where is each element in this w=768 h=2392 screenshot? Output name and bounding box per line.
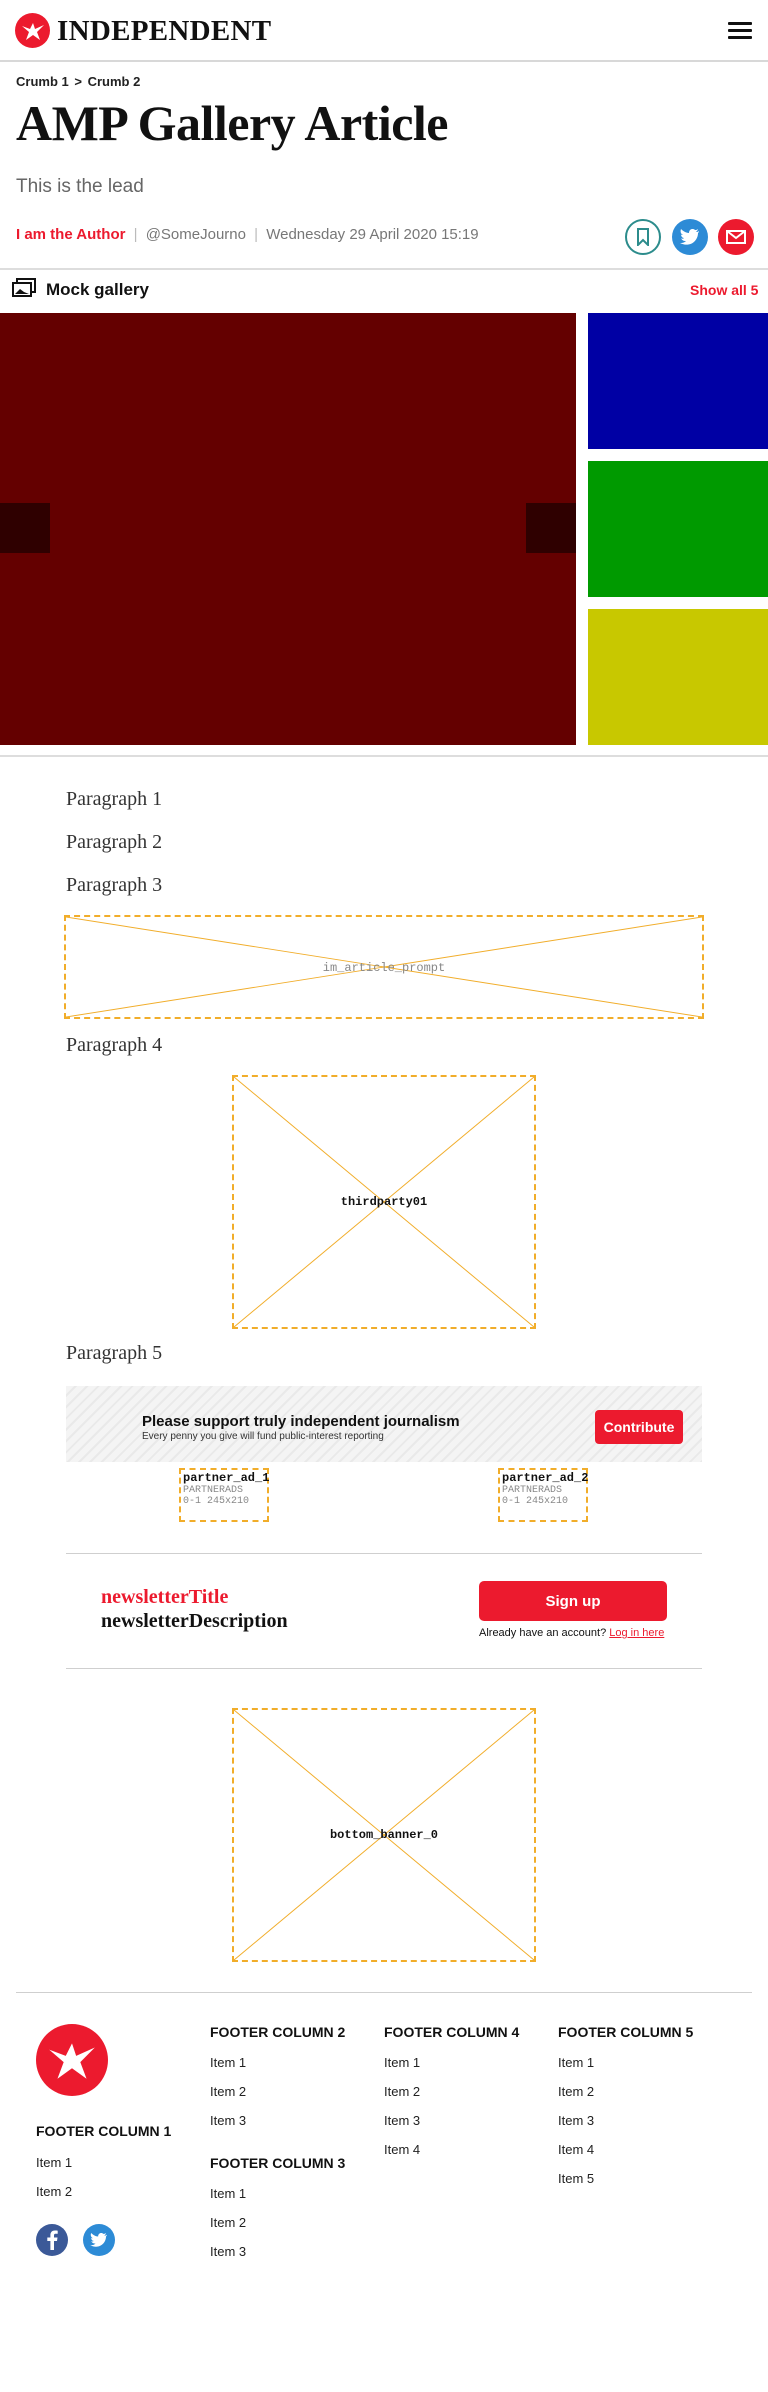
article-paragraph: Paragraph 1 xyxy=(66,788,163,810)
partner-ad-placeholder: partner_ad_2 PARTNERADS 0-1 245x210 xyxy=(498,1468,588,1522)
footer-link[interactable]: Item 1 xyxy=(210,2186,246,2201)
partner-ad-name: partner_ad_2 xyxy=(502,1471,589,1485)
gallery-thumbnail[interactable] xyxy=(588,609,768,745)
footer-link[interactable]: Item 2 xyxy=(210,2084,246,2099)
article-paragraph: Paragraph 4 xyxy=(66,1034,163,1056)
support-subtitle: Every penny you give will fund public-in… xyxy=(142,1431,384,1442)
footer-link[interactable]: Item 1 xyxy=(210,2055,246,2070)
byline: I am the Author | @SomeJourno | Wednesda… xyxy=(16,226,479,243)
brand-name[interactable]: INDEPENDENT xyxy=(57,15,271,48)
support-title: Please support truly independent journal… xyxy=(142,1413,460,1430)
newsletter-description: newsletterDescription xyxy=(101,1610,288,1632)
gallery-thumbnail[interactable] xyxy=(588,461,768,597)
footer-link[interactable]: Item 3 xyxy=(558,2113,594,2128)
breadcrumb: Crumb 1 > Crumb 2 xyxy=(16,74,142,89)
support-banner: Please support truly independent journal… xyxy=(66,1386,702,1462)
footer-link[interactable]: Item 5 xyxy=(558,2171,594,2186)
footer-link[interactable]: Item 4 xyxy=(384,2142,420,2157)
login-link[interactable]: Log in here xyxy=(609,1627,664,1639)
partner-ad-name: partner_ad_1 xyxy=(183,1471,270,1485)
divider xyxy=(0,268,768,270)
footer-column-title: FOOTER COLUMN 5 xyxy=(558,2024,694,2040)
article-paragraph: Paragraph 5 xyxy=(66,1342,163,1364)
twitter-share-icon[interactable] xyxy=(672,219,708,255)
thirdparty-ad-placeholder: thirdparty01 xyxy=(232,1075,536,1329)
show-all-link[interactable]: Show all 5 xyxy=(690,282,758,298)
partner-ad-placeholder: partner_ad_1 PARTNERADS 0-1 245x210 xyxy=(179,1468,269,1522)
partner-ad-type: PARTNERADS xyxy=(502,1485,563,1496)
signup-button[interactable]: Sign up xyxy=(479,1581,667,1621)
eagle-logo-icon[interactable] xyxy=(36,2024,108,2096)
article-paragraph: Paragraph 2 xyxy=(66,831,163,853)
divider xyxy=(0,755,768,757)
site-header: INDEPENDENT xyxy=(0,0,768,62)
bookmark-icon[interactable] xyxy=(625,219,661,255)
footer-link[interactable]: Item 1 xyxy=(384,2055,420,2070)
footer-link[interactable]: Item 3 xyxy=(210,2244,246,2259)
footer-column-title: FOOTER COLUMN 2 xyxy=(210,2024,346,2040)
eagle-logo-icon[interactable] xyxy=(15,13,50,48)
footer-column-title: FOOTER COLUMN 3 xyxy=(210,2155,346,2171)
footer-link[interactable]: Item 2 xyxy=(384,2084,420,2099)
publish-date: Wednesday 29 April 2020 15:19 xyxy=(266,226,479,243)
ad-label: im_article_prompt xyxy=(322,961,446,975)
partner-ad-type: PARTNERADS xyxy=(183,1485,244,1496)
byline-separator: | xyxy=(254,226,259,243)
footer-link[interactable]: Item 4 xyxy=(558,2142,594,2157)
breadcrumb-item[interactable]: Crumb 1 xyxy=(16,74,69,89)
footer-column-title: FOOTER COLUMN 4 xyxy=(384,2024,520,2040)
ad-label: bottom_banner_0 xyxy=(329,1828,439,1842)
facebook-icon[interactable] xyxy=(36,2224,68,2256)
footer-link[interactable]: Item 3 xyxy=(384,2113,420,2128)
gallery-thumbnail[interactable] xyxy=(588,313,768,449)
login-prompt: Already have an account? Log in here xyxy=(479,1627,664,1639)
contribute-button[interactable]: Contribute xyxy=(595,1410,683,1444)
footer-link[interactable]: Item 2 xyxy=(36,2184,72,2199)
author-handle[interactable]: @SomeJourno xyxy=(146,226,246,243)
byline-separator: | xyxy=(133,226,138,243)
author-link[interactable]: I am the Author xyxy=(16,226,125,243)
footer-link[interactable]: Item 2 xyxy=(210,2215,246,2230)
footer-link[interactable]: Item 1 xyxy=(36,2155,72,2170)
footer-link[interactable]: Item 3 xyxy=(210,2113,246,2128)
page-title: AMP Gallery Article xyxy=(16,95,449,151)
article-paragraph: Paragraph 3 xyxy=(66,874,163,896)
twitter-icon[interactable] xyxy=(83,2224,115,2256)
article-lead: This is the lead xyxy=(16,176,144,197)
breadcrumb-item[interactable]: Crumb 2 xyxy=(88,74,141,89)
gallery-title: Mock gallery xyxy=(46,280,149,299)
partner-ad-size: 0-1 245x210 xyxy=(183,1496,250,1507)
ad-label: thirdparty01 xyxy=(340,1195,428,1209)
gallery-icon xyxy=(12,277,36,303)
login-prefix: Already have an account? xyxy=(479,1627,607,1639)
menu-icon[interactable] xyxy=(728,22,752,40)
footer-divider xyxy=(16,1992,752,1993)
footer-column-title: FOOTER COLUMN 1 xyxy=(36,2123,172,2139)
gallery-next-button[interactable] xyxy=(526,503,576,553)
footer-link[interactable]: Item 1 xyxy=(558,2055,594,2070)
divider xyxy=(66,1553,702,1554)
gallery-prev-button[interactable] xyxy=(0,503,50,553)
in-article-ad-placeholder: im_article_prompt xyxy=(64,915,704,1019)
divider xyxy=(66,1668,702,1669)
email-share-icon[interactable] xyxy=(718,219,754,255)
footer-link[interactable]: Item 2 xyxy=(558,2084,594,2099)
bottom-banner-ad-placeholder: bottom_banner_0 xyxy=(232,1708,536,1962)
newsletter-title: newsletterTitle xyxy=(101,1586,229,1608)
gallery-main-image[interactable] xyxy=(0,313,576,745)
breadcrumb-separator: > xyxy=(74,74,82,89)
partner-ad-size: 0-1 245x210 xyxy=(502,1496,569,1507)
gallery-header: Mock gallery xyxy=(12,277,149,303)
